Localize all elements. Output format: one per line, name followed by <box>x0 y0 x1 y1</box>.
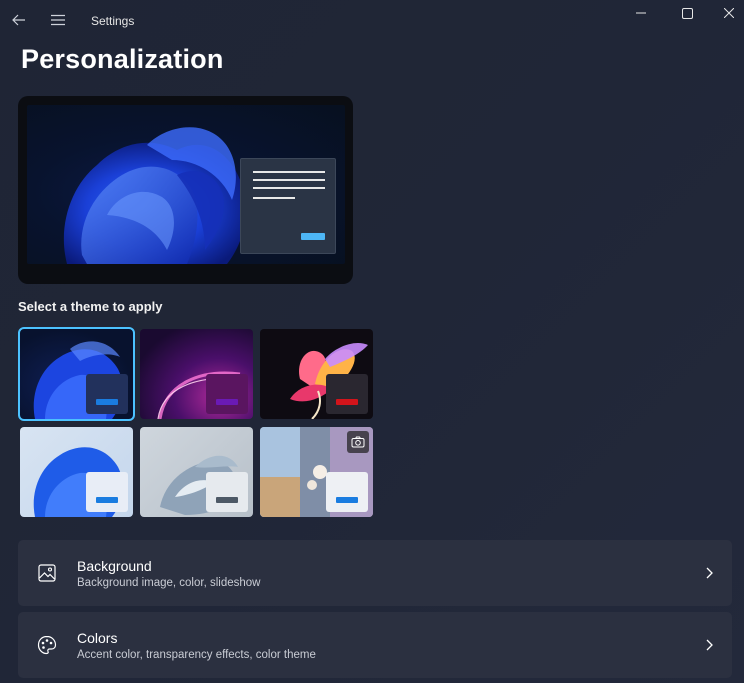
app-title: Settings <box>91 14 135 28</box>
minimize-icon <box>636 12 646 14</box>
theme-tile-captured-motion[interactable] <box>260 329 373 419</box>
row-icon <box>36 634 58 656</box>
preview-text-line <box>253 197 295 199</box>
theme-tile-sunrise[interactable] <box>140 427 253 517</box>
navigation-menu-button[interactable] <box>46 8 70 32</box>
preview-text-line <box>253 171 325 173</box>
preview-accent-button <box>301 233 325 240</box>
camera-icon <box>351 436 365 448</box>
theme-tile-spotlight-collection[interactable] <box>260 427 373 517</box>
theme-window-card <box>326 374 368 414</box>
back-button[interactable] <box>6 8 32 32</box>
background-title: Background <box>77 558 152 574</box>
theme-tile-light-bloom[interactable] <box>20 427 133 517</box>
theme-section-label: Select a theme to apply <box>18 299 163 314</box>
theme-window-card <box>206 472 248 512</box>
theme-window-card <box>326 472 368 512</box>
maximize-button[interactable] <box>664 0 710 26</box>
theme-window-card <box>86 374 128 414</box>
title-bar: Settings <box>0 0 744 40</box>
maximize-icon <box>681 7 693 19</box>
preview-text-line <box>253 187 325 189</box>
theme-accent-swatch <box>216 399 238 405</box>
theme-accent-swatch <box>336 497 358 503</box>
palette-icon <box>37 635 57 655</box>
preview-window <box>240 158 336 254</box>
row-icon <box>36 562 58 584</box>
theme-accent-swatch <box>216 497 238 503</box>
chevron-right-icon <box>702 565 716 581</box>
minimize-button[interactable] <box>618 0 664 26</box>
theme-window-card <box>206 374 248 414</box>
colors-title: Colors <box>77 630 118 646</box>
preview-desktop <box>27 105 345 264</box>
theme-window-card <box>86 472 128 512</box>
background-setting[interactable]: Background Background image, color, slid… <box>18 540 732 606</box>
close-button[interactable] <box>706 0 744 26</box>
spotlight-badge <box>347 431 369 453</box>
theme-accent-swatch <box>96 497 118 503</box>
background-subtitle: Background image, color, slideshow <box>77 577 261 589</box>
theme-tile-glow[interactable] <box>140 329 253 419</box>
close-icon <box>724 8 734 18</box>
colors-setting[interactable]: Colors Accent color, transparency effect… <box>18 612 732 678</box>
theme-tile-dark-bloom[interactable] <box>18 327 135 421</box>
theme-accent-swatch <box>96 399 118 405</box>
back-arrow-icon <box>12 14 25 26</box>
preview-text-line <box>253 179 325 181</box>
chevron-right-icon <box>702 637 716 653</box>
colors-subtitle: Accent color, transparency effects, colo… <box>77 649 316 661</box>
image-icon <box>38 564 56 582</box>
theme-preview <box>18 96 353 284</box>
page-title: Personalization <box>21 44 224 74</box>
theme-accent-swatch <box>336 399 358 405</box>
hamburger-menu-icon <box>51 14 65 26</box>
